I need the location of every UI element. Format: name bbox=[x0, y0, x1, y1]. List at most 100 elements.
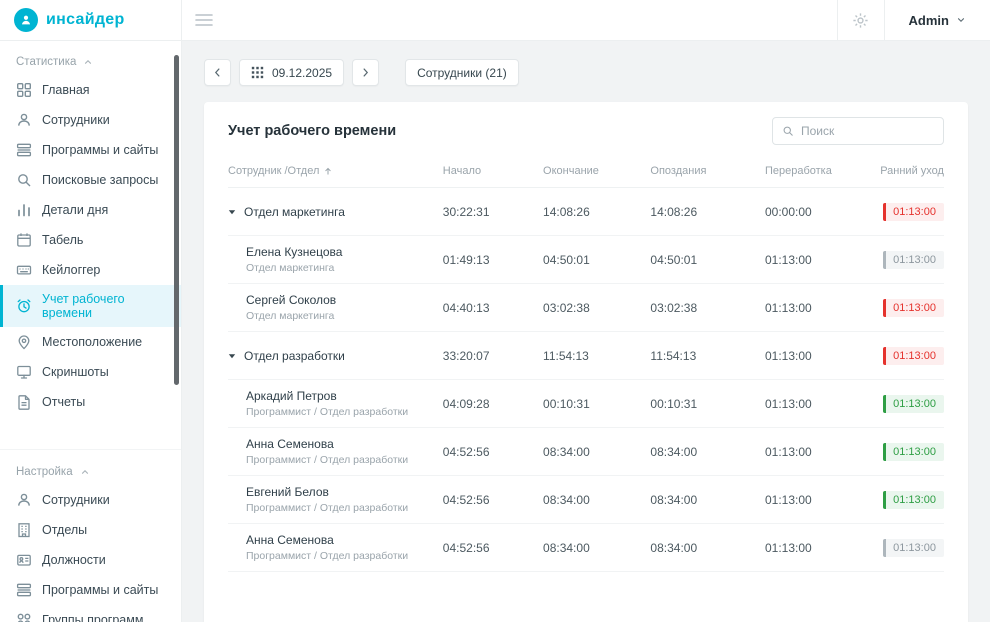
cell-late: 04:50:01 bbox=[650, 253, 765, 267]
employee-name: Аркадий Петров bbox=[246, 389, 408, 403]
apps-icon bbox=[16, 582, 32, 598]
table-row[interactable]: Елена КузнецоваОтдел маркетинга01:49:130… bbox=[228, 236, 944, 284]
cell-employee: Елена Кузнецова Отдел маркетинга bbox=[228, 245, 443, 274]
search-input[interactable] bbox=[801, 124, 934, 138]
sidebar-item[interactable]: Табель bbox=[0, 225, 181, 255]
table-row[interactable]: Анна СеменоваПрограммист / Отдел разрабо… bbox=[228, 524, 944, 572]
topbar-main: Admin bbox=[182, 0, 990, 40]
column-header-end[interactable]: Окончание bbox=[543, 165, 650, 177]
sidebar-item[interactable]: Детали дня bbox=[0, 195, 181, 225]
sidebar-item[interactable]: Должности bbox=[0, 545, 181, 575]
employee-name: Сергей Соколов bbox=[246, 293, 336, 307]
sidebar-item-label: Местоположение bbox=[42, 335, 142, 349]
sidebar-item[interactable]: Местоположение bbox=[0, 327, 181, 357]
cell-overtime: 01:13:00 bbox=[765, 397, 872, 411]
sidebar-item[interactable]: Отделы bbox=[0, 515, 181, 545]
table-row[interactable]: Отдел разработки33:20:0711:54:1311:54:13… bbox=[228, 332, 944, 380]
table-row[interactable]: Анна СеменоваПрограммист / Отдел разрабо… bbox=[228, 428, 944, 476]
main-content: 09.12.2025 Сотрудники (21) Учет рабочего… bbox=[182, 41, 990, 622]
cell-employee: Евгений БеловПрограммист / Отдел разрабо… bbox=[228, 485, 443, 514]
prev-date-button[interactable] bbox=[204, 59, 231, 86]
brand-name: инсайдер bbox=[46, 11, 125, 29]
date-picker-button[interactable]: 09.12.2025 bbox=[239, 59, 344, 86]
sidebar: СтатистикаГлавнаяСотрудникиПрограммы и с… bbox=[0, 41, 182, 622]
cell-late: 03:02:38 bbox=[650, 301, 765, 315]
chevron-left-icon bbox=[212, 67, 223, 78]
table-row[interactable]: Отдел маркетинга30:22:3114:08:2614:08:26… bbox=[228, 188, 944, 236]
sidebar-item[interactable]: Сотрудники bbox=[0, 105, 181, 135]
sidebar-item[interactable]: Поисковые запросы bbox=[0, 165, 181, 195]
sidebar-item-label: Группы программ bbox=[42, 613, 143, 622]
employee-subtitle: Программист / Отдел разработки bbox=[246, 454, 408, 466]
cell-employee: Аркадий ПетровПрограммист / Отдел разраб… bbox=[228, 389, 443, 418]
topbar-right: Admin bbox=[837, 0, 990, 40]
cell-late: 08:34:00 bbox=[650, 445, 765, 459]
apps-icon bbox=[16, 142, 32, 158]
column-header-employee[interactable]: Сотрудник /Отдел bbox=[228, 165, 443, 177]
cell-overtime: 01:13:00 bbox=[765, 541, 872, 555]
admin-menu[interactable]: Admin bbox=[885, 0, 990, 40]
cell-early-leave: 01:13:00 bbox=[872, 443, 944, 461]
sidebar-item[interactable]: Скриншоты bbox=[0, 357, 181, 387]
next-date-button[interactable] bbox=[352, 59, 379, 86]
cell-start: 01:49:13 bbox=[443, 253, 543, 267]
cell-end: 04:50:01 bbox=[543, 253, 650, 267]
sidebar-item[interactable]: Учет рабочего времени bbox=[0, 285, 181, 327]
employee-subtitle: Отдел маркетинга bbox=[246, 262, 342, 274]
collapse-caret-icon[interactable] bbox=[228, 208, 236, 216]
person-logo-icon bbox=[14, 8, 38, 32]
employees-filter-button[interactable]: Сотрудники (21) bbox=[405, 59, 519, 86]
bar-chart-icon bbox=[16, 202, 32, 218]
early-leave-badge: 01:13:00 bbox=[883, 347, 944, 365]
cell-end: 08:34:00 bbox=[543, 493, 650, 507]
sidebar-item[interactable]: Программы и сайты bbox=[0, 575, 181, 605]
cell-late: 14:08:26 bbox=[650, 205, 765, 219]
employee-name: Елена Кузнецова bbox=[246, 245, 342, 259]
date-label: 09.12.2025 bbox=[272, 66, 332, 80]
group-name: Отдел разработки bbox=[244, 349, 345, 363]
employee-subtitle: Отдел маркетинга bbox=[246, 310, 336, 322]
search-box[interactable] bbox=[772, 117, 944, 145]
chevron-up-icon bbox=[80, 467, 90, 477]
settings-button[interactable] bbox=[837, 0, 885, 40]
column-label: Переработка bbox=[765, 165, 832, 177]
sidebar-item-label: Программы и сайты bbox=[42, 143, 158, 157]
cell-employee: Сергей Соколов Отдел маркетинга bbox=[228, 293, 443, 322]
sidebar-item-label: Сотрудники bbox=[42, 493, 110, 507]
sidebar-item[interactable]: Кейлоггер bbox=[0, 255, 181, 285]
sidebar-section-title[interactable]: Статистика bbox=[0, 47, 181, 75]
table-row[interactable]: Евгений БеловПрограммист / Отдел разрабо… bbox=[228, 476, 944, 524]
early-leave-badge: 01:13:00 bbox=[883, 299, 944, 317]
cell-early-leave: 01:13:00 bbox=[872, 299, 944, 317]
sidebar-item[interactable]: Программы и сайты bbox=[0, 135, 181, 165]
column-header-early-leave[interactable]: Ранний уход bbox=[872, 165, 944, 177]
early-leave-badge: 01:13:00 bbox=[883, 203, 944, 221]
cell-start: 04:40:13 bbox=[443, 301, 543, 315]
cell-late: 08:34:00 bbox=[650, 541, 765, 555]
cell-early-leave: 01:13:00 bbox=[872, 539, 944, 557]
table-header: Сотрудник /Отдел Начало Окончание Опозда… bbox=[228, 158, 944, 188]
sidebar-item[interactable]: Сотрудники bbox=[0, 485, 181, 515]
app-group-icon bbox=[16, 612, 32, 622]
cell-early-leave: 01:13:00 bbox=[872, 491, 944, 509]
sidebar-item[interactable]: Отчеты bbox=[0, 387, 181, 417]
sidebar-section-title[interactable]: Настройка bbox=[0, 449, 181, 485]
column-label: Ранний уход bbox=[880, 165, 944, 177]
grid-icon bbox=[16, 82, 32, 98]
sidebar-item-label: Должности bbox=[42, 553, 106, 567]
table-row[interactable]: Аркадий ПетровПрограммист / Отдел разраб… bbox=[228, 380, 944, 428]
menu-toggle-button[interactable] bbox=[195, 13, 213, 27]
employee-subtitle: Программист / Отдел разработки bbox=[246, 550, 408, 562]
collapse-caret-icon[interactable] bbox=[228, 352, 236, 360]
sidebar-item[interactable]: Главная bbox=[0, 75, 181, 105]
table-row[interactable]: Сергей Соколов Отдел маркетинга 04:40:13 03… bbox=[228, 284, 944, 332]
brand-logo[interactable]: инсайдер bbox=[0, 0, 182, 40]
column-header-start[interactable]: Начало bbox=[443, 165, 543, 177]
column-header-late[interactable]: Опоздания bbox=[650, 165, 765, 177]
time-tracking-panel: Учет рабочего времени Сотрудник /Отдел Н… bbox=[204, 102, 968, 622]
monitor-icon bbox=[16, 364, 32, 380]
sidebar-scrollbar[interactable] bbox=[174, 55, 179, 385]
cell-end: 00:10:31 bbox=[543, 397, 650, 411]
sidebar-item[interactable]: Группы программ bbox=[0, 605, 181, 622]
column-header-overtime[interactable]: Переработка bbox=[765, 165, 872, 177]
